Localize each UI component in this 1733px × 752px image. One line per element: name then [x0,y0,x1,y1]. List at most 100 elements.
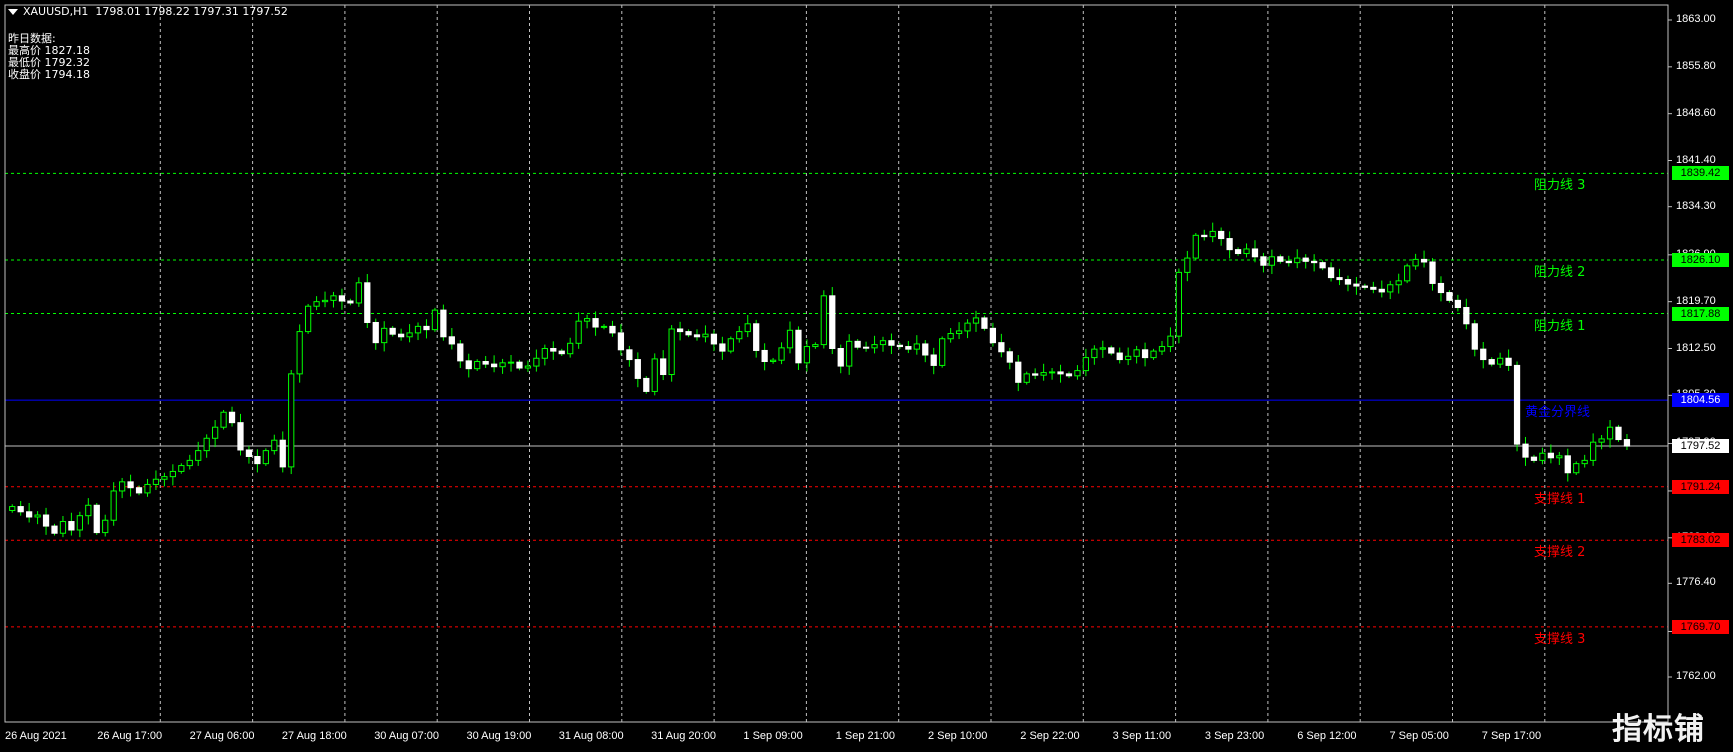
candle-body-up [1023,373,1030,383]
candle [947,328,954,343]
x-tick-label: 30 Aug 19:00 [466,730,532,742]
candle-body-down [1006,351,1013,363]
candle-body-down [1361,285,1369,288]
chart-plot-area[interactable] [0,0,1733,752]
level-lines [5,172,1668,628]
candle-body-down [1260,256,1267,266]
candle-body-down [68,521,75,531]
candle-body-down [719,343,726,352]
x-tick-label: 6 Sep 12:00 [1297,730,1357,742]
collapse-triangle-icon[interactable] [8,9,18,15]
candle-body-up [330,295,337,301]
candle-body-up [1294,257,1301,264]
candle-body-down [710,333,718,345]
candle [1133,345,1140,364]
candle [1285,255,1292,267]
candle-body-down [135,487,143,494]
candle-body-up [744,323,751,333]
candle-body-down [1505,357,1512,366]
candle-body-down [829,295,836,350]
candle [710,330,718,352]
resistance-line-label: 阻力线 2 [1534,265,1586,281]
candle [1488,357,1495,367]
candle-body-up [507,361,515,364]
candle-body-down [676,328,684,333]
candle-body-up [846,340,853,367]
candle-body-up [1167,335,1174,348]
candle [144,478,151,497]
resistance-price-tag: 1826.10 [1672,253,1729,268]
candle [1420,250,1428,268]
candle-body-up [1158,346,1166,352]
candle [440,304,447,341]
candle-body-down [516,361,523,369]
candle [854,339,861,350]
candle [1311,254,1318,272]
candle-body-down [465,360,472,370]
close-label: 收盘价 [8,68,41,81]
candle [930,347,937,375]
candle [254,449,261,473]
candle-body-up [702,333,709,338]
candle-body-up [871,344,878,349]
x-tick-label: 26 Aug 2021 [5,730,67,742]
candle-body-down [862,346,870,349]
candle [989,322,997,347]
candle-body-up [186,459,193,467]
support-price-tag: 1791.24 [1672,479,1729,494]
candle [119,477,126,499]
candle-body-down [245,449,253,457]
candle-body-up [195,450,202,461]
candle [1404,263,1411,284]
candle-body-up [161,476,168,480]
candle-body-up [414,325,422,334]
candle-body-down [1319,262,1326,269]
candle [643,376,650,394]
candle-body-up [955,330,963,335]
candle-body-down [1302,257,1309,262]
candle-body-up [736,331,743,340]
resistance-line-label: 阻力线 3 [1534,178,1586,194]
close-value: 1797.52 [242,5,288,18]
x-tick-label: 1 Sep 21:00 [835,730,896,742]
candle-body-up [34,514,41,518]
candle [1048,368,1056,380]
candle [1471,319,1478,357]
support-line-label: 支撑线 2 [1534,545,1586,561]
candle [1437,276,1445,302]
candle-body-down [1530,456,1538,461]
candle [871,335,878,354]
y-tick-label: 1776.40 [1676,576,1716,589]
candle [1581,454,1588,468]
candle-body-down [617,332,625,351]
candle [1387,280,1394,300]
yesterday-close-row: 收盘价 1794.18 [8,69,90,81]
symbol-ohlc-header[interactable]: XAUUSD,H1 1798.01 1798.22 1797.31 1797.5… [8,5,288,18]
candle-body-down [228,411,236,424]
candle-body-up [313,301,320,307]
candle-body-down [1429,261,1436,284]
chart-window[interactable]: XAUUSD,H1 1798.01 1798.22 1797.31 1797.5… [0,0,1733,752]
y-tick-label: 1834.30 [1676,199,1716,212]
candle [753,319,760,358]
candle [1370,281,1377,294]
candle-body-down [1623,439,1631,447]
candle-body-down [127,481,134,489]
candle [541,344,548,366]
candle [1573,461,1580,476]
candle [1268,249,1276,275]
candle-body-down [1488,359,1495,365]
candle-body-up [820,295,827,346]
candle [397,328,405,341]
candle [457,340,464,369]
candle [955,322,963,340]
resistance-price-tag: 1817.88 [1672,306,1729,321]
candle [964,319,971,339]
candle-body-down [1015,361,1022,383]
candle-body-up [76,515,83,531]
current-price-tag: 1797.52 [1672,438,1729,453]
candle-body-up [1150,350,1157,359]
candle-body-down [753,323,760,351]
candle-body-up [499,362,506,368]
candle [795,326,802,370]
